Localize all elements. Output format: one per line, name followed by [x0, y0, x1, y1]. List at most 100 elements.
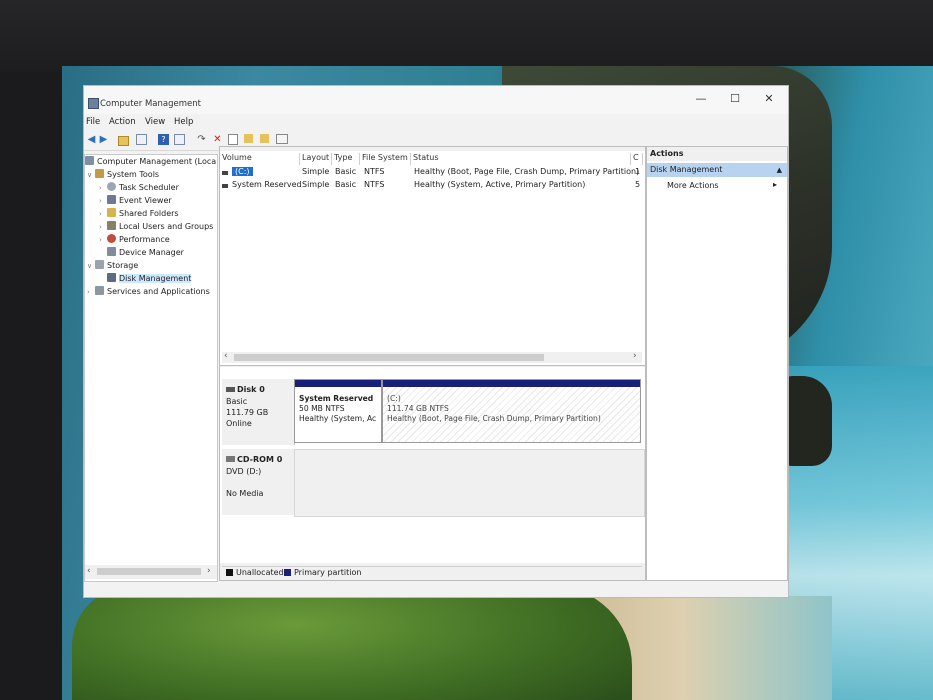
- partition-size: 50 MB NTFS: [299, 404, 345, 413]
- cdrom-0-state: No Media: [226, 489, 264, 498]
- minimize-button[interactable]: —: [684, 88, 718, 110]
- open-folder-icon[interactable]: [260, 134, 269, 143]
- scroll-left-icon[interactable]: ‹: [87, 566, 91, 576]
- collapse-icon[interactable]: ▲: [777, 163, 782, 177]
- tree-item-disk-management[interactable]: Disk Management: [107, 273, 192, 285]
- tree-item-storage[interactable]: ∨ Storage: [87, 260, 138, 272]
- submenu-arrow-icon[interactable]: ▸: [773, 180, 777, 189]
- layout-cell: Simple: [302, 167, 330, 176]
- legend: Unallocated Primary partition: [222, 566, 642, 579]
- volume-scroll-thumb[interactable]: [234, 354, 544, 361]
- menu-action[interactable]: Action: [109, 117, 136, 127]
- chevron-right-icon[interactable]: ›: [99, 223, 107, 231]
- menu-view[interactable]: View: [145, 117, 165, 127]
- menu-file[interactable]: File: [86, 117, 100, 127]
- table-row[interactable]: System Reserved Simple Basic NTFS Health…: [220, 180, 645, 192]
- disk-icon: [107, 273, 116, 282]
- column-header-layout[interactable]: Layout: [300, 153, 332, 165]
- console-icon[interactable]: [174, 134, 185, 145]
- menu-help[interactable]: Help: [174, 117, 193, 127]
- chevron-right-icon[interactable]: ›: [99, 197, 107, 205]
- clock-icon: [107, 182, 116, 191]
- volume-list-scrollbar[interactable]: ‹ ›: [222, 351, 642, 363]
- monitor-bezel: [0, 0, 933, 72]
- more-actions-label: More Actions: [667, 181, 719, 190]
- export-icon[interactable]: [244, 134, 253, 143]
- tree-item-event-viewer[interactable]: › Event Viewer: [99, 195, 172, 207]
- scroll-right-icon[interactable]: ›: [633, 351, 637, 361]
- chevron-right-icon[interactable]: ›: [87, 288, 95, 296]
- partition-name: System Reserved: [299, 394, 374, 403]
- back-arrow-icon[interactable]: ◀: [86, 134, 97, 145]
- scroll-right-icon[interactable]: ›: [207, 566, 211, 576]
- drive-icon: [222, 184, 228, 188]
- help-icon[interactable]: ?: [158, 134, 169, 145]
- hard-disk-icon: [226, 387, 235, 392]
- cdrom-empty-area[interactable]: [294, 449, 645, 517]
- unallocated-swatch: [226, 569, 233, 576]
- folder-icon[interactable]: [118, 136, 129, 146]
- disk-0-name: Disk 0: [237, 385, 265, 394]
- title-bar[interactable]: Computer Management — ☐ ✕: [84, 86, 788, 114]
- disk-0-type: Basic: [226, 397, 248, 406]
- tree-item-services[interactable]: › Services and Applications: [87, 286, 210, 298]
- maximize-button[interactable]: ☐: [718, 88, 752, 110]
- partition-name: (C:): [387, 394, 401, 403]
- tree-scroll-thumb[interactable]: [97, 568, 201, 575]
- tree-item-performance[interactable]: › Performance: [99, 234, 170, 246]
- partition-status: Healthy (System, Ac: [299, 414, 377, 423]
- tree-item-root[interactable]: Computer Management (Local: [85, 156, 217, 168]
- cdrom-0-label[interactable]: CD-ROM 0 DVD (D:) No Media: [222, 449, 295, 515]
- actions-pane: Actions Disk Management ▲ More Actions ▸: [646, 146, 788, 581]
- partition-status: Healthy (Boot, Page File, Crash Dump, Pr…: [387, 414, 601, 423]
- performance-icon: [107, 234, 116, 243]
- column-header-status[interactable]: Status: [411, 153, 631, 165]
- wallpaper-rock: [782, 376, 832, 466]
- window-title: Computer Management: [100, 99, 201, 109]
- cdrom-0-header: CD-ROM 0: [226, 455, 282, 464]
- disk-0-header: Disk 0: [226, 385, 265, 394]
- chevron-right-icon[interactable]: ›: [99, 184, 107, 192]
- chevron-down-icon[interactable]: ∨: [87, 171, 95, 179]
- scroll-left-icon[interactable]: ‹: [224, 351, 228, 361]
- column-header-type[interactable]: Type: [332, 153, 360, 165]
- cdrom-0-type: DVD (D:): [226, 467, 262, 476]
- disk-0-label[interactable]: Disk 0 Basic 111.79 GB Online: [222, 379, 295, 445]
- chevron-down-icon[interactable]: ∨: [87, 262, 95, 270]
- disk-0-size: 111.79 GB: [226, 408, 269, 417]
- primary-swatch: [284, 569, 291, 576]
- forward-arrow-icon[interactable]: ▶: [98, 134, 109, 145]
- volume-list: Volume Layout Type File System Status C …: [220, 151, 645, 366]
- users-icon: [107, 221, 116, 230]
- cdrom-0-name: CD-ROM 0: [237, 455, 283, 464]
- legend-unallocated: Unallocated: [226, 568, 284, 577]
- view-icon[interactable]: [276, 134, 288, 144]
- primary-partition-bar: [295, 380, 381, 387]
- properties-icon[interactable]: [228, 134, 238, 145]
- table-row[interactable]: (C:) Simple Basic NTFS Healthy (Boot, Pa…: [220, 167, 645, 179]
- actions-disk-management[interactable]: Disk Management ▲: [647, 163, 787, 177]
- partition-c[interactable]: (C:) 111.74 GB NTFS Healthy (Boot, Page …: [382, 379, 641, 443]
- connect-icon[interactable]: ↷: [196, 134, 207, 145]
- delete-icon[interactable]: ✕: [212, 134, 223, 145]
- tree-scrollbar[interactable]: ‹ ›: [85, 565, 217, 579]
- column-header-capacity[interactable]: C: [631, 153, 643, 165]
- more-actions[interactable]: More Actions: [667, 181, 719, 190]
- tree-item-system-tools[interactable]: ∨ System Tools: [87, 169, 159, 181]
- close-button[interactable]: ✕: [752, 88, 786, 110]
- event-viewer-icon: [107, 195, 116, 204]
- column-header-file-system[interactable]: File System: [360, 153, 411, 165]
- tree-item-local-users[interactable]: › Local Users and Groups: [99, 221, 213, 233]
- legend-unallocated-label: Unallocated: [236, 568, 284, 577]
- disk-graph: Disk 0 Basic 111.79 GB Online System Res…: [220, 367, 645, 563]
- tree-item-task-scheduler[interactable]: › Task Scheduler: [99, 182, 179, 194]
- list-icon[interactable]: [136, 134, 147, 145]
- tree-item-shared-folders[interactable]: › Shared Folders: [99, 208, 179, 220]
- column-header-volume[interactable]: Volume: [220, 153, 300, 165]
- tools-icon: [95, 169, 104, 178]
- partition-system-reserved[interactable]: System Reserved 50 MB NTFS Healthy (Syst…: [294, 379, 382, 443]
- chevron-right-icon[interactable]: ›: [99, 210, 107, 218]
- tree-item-device-manager[interactable]: Device Manager: [107, 247, 184, 259]
- primary-partition-bar: [383, 380, 640, 387]
- chevron-right-icon[interactable]: ›: [99, 236, 107, 244]
